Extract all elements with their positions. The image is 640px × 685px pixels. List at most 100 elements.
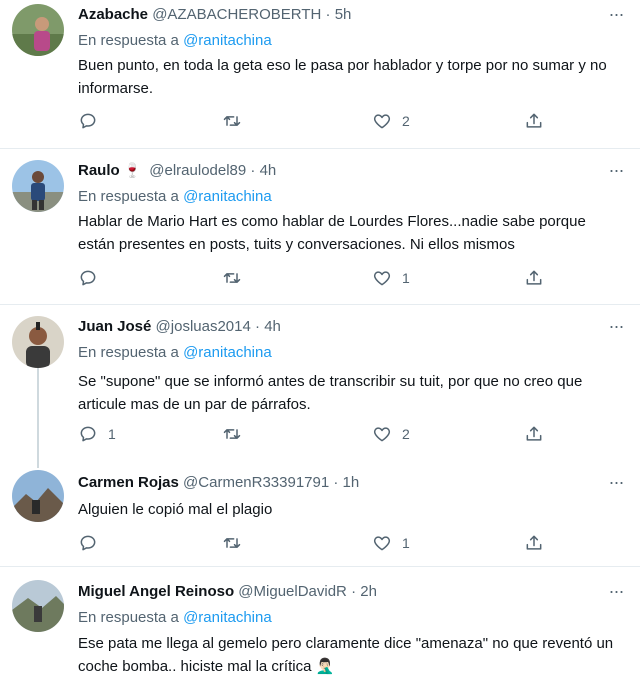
reply-prefix: En respuesta a [78, 344, 179, 361]
reply-context: En respuesta a @ranitachina [78, 609, 272, 626]
avatar[interactable] [12, 160, 64, 212]
timestamp[interactable]: 5h [335, 6, 352, 23]
reply-button[interactable] [78, 109, 108, 133]
tweet-text: Hablar de Mario Hart es como hablar de L… [78, 213, 586, 253]
more-options-icon[interactable]: ··· [606, 582, 626, 604]
reply-icon [80, 270, 96, 286]
user-handle[interactable]: @josluas2014 [156, 318, 251, 335]
share-icon [526, 270, 542, 285]
user-handle[interactable]: @AZABACHEROBERTH [152, 6, 321, 23]
reply-to-link[interactable]: @ranitachina [183, 609, 272, 626]
more-options-icon[interactable]: ··· [606, 473, 626, 495]
tweet-text: Ese pata me llega al gemelo pero clarame… [78, 635, 614, 675]
heart-icon [373, 271, 391, 286]
display-name[interactable]: Azabache [78, 6, 148, 23]
share-button[interactable] [524, 531, 544, 555]
reply-to-link[interactable]: @ranitachina [183, 188, 272, 205]
retweet-icon [223, 429, 241, 439]
more-options-icon[interactable]: ··· [606, 161, 626, 183]
tweet-header: Carmen Rojas @CarmenR33391791 · 1h [78, 474, 600, 496]
wine-glass-emoji: 🍷 [123, 162, 142, 178]
retweet-icon [223, 116, 241, 126]
reply-to-link[interactable]: @ranitachina [183, 344, 272, 361]
tweet-4[interactable]: Carmen Rojas @CarmenR33391791 · 1h ··· A… [0, 460, 640, 567]
like-button[interactable]: 2 [372, 422, 410, 446]
share-icon [526, 113, 542, 128]
like-count: 2 [402, 426, 410, 442]
tweet-text: Buen punto, en toda la geta eso le pasa … [78, 57, 607, 97]
separator: · [325, 6, 331, 23]
user-handle[interactable]: @MiguelDavidR [238, 583, 347, 600]
thread-connector [37, 368, 39, 468]
retweet-button[interactable] [222, 422, 252, 446]
avatar[interactable] [12, 580, 64, 632]
share-button[interactable] [524, 266, 544, 290]
timestamp[interactable]: 4h [264, 318, 281, 335]
reply-button[interactable]: 1 [78, 422, 116, 446]
timestamp[interactable]: 2h [360, 583, 377, 600]
retweet-button[interactable] [222, 109, 252, 133]
heart-icon [373, 114, 391, 129]
display-name[interactable]: Carmen Rojas [78, 474, 179, 491]
reply-context: En respuesta a @ranitachina [78, 344, 272, 361]
like-count: 2 [402, 113, 410, 129]
like-count: 1 [402, 270, 410, 286]
tweet-header: Juan José @josluas2014 · 4h [78, 318, 600, 340]
tweet-header: Miguel Angel Reinoso @MiguelDavidR · 2h [78, 583, 600, 605]
tweet-text: Alguien le copió mal el plagio [78, 501, 273, 518]
display-name[interactable]: Juan José [78, 318, 151, 335]
tweet-text: Se "supone" que se informó antes de tran… [78, 373, 583, 413]
timestamp[interactable]: 4h [260, 162, 277, 179]
reply-icon [80, 113, 96, 129]
like-button[interactable]: 1 [372, 531, 410, 555]
display-name[interactable]: Raulo [78, 162, 120, 179]
tweet-header: Raulo 🍷 @elraulodel89 · 4h [78, 162, 600, 184]
retweet-button[interactable] [222, 266, 252, 290]
heart-icon [373, 427, 391, 442]
share-icon [526, 426, 542, 441]
tweet-actions: 1 [78, 531, 620, 555]
display-name[interactable]: Miguel Angel Reinoso [78, 583, 234, 600]
separator: · [250, 162, 256, 179]
tweet-1[interactable]: Azabache @AZABACHEROBERTH · 5h ··· En re… [0, 0, 640, 149]
like-button[interactable]: 2 [372, 109, 410, 133]
tweet-actions: 1 [78, 266, 620, 290]
like-button[interactable]: 1 [372, 266, 410, 290]
like-count: 1 [402, 535, 410, 551]
tweet-header: Azabache @AZABACHEROBERTH · 5h [78, 6, 600, 28]
share-icon [526, 535, 542, 550]
reply-to-link[interactable]: @ranitachina [183, 32, 272, 49]
avatar[interactable] [12, 4, 64, 56]
reply-count: 1 [108, 426, 116, 442]
separator: · [333, 474, 339, 491]
tweet-actions: 1 2 [78, 422, 620, 446]
reply-prefix: En respuesta a [78, 32, 179, 49]
retweet-icon [223, 538, 241, 548]
timestamp[interactable]: 1h [343, 474, 360, 491]
tweet-actions: 2 [78, 109, 620, 133]
avatar[interactable] [12, 316, 64, 368]
heart-icon [373, 536, 391, 551]
more-options-icon[interactable]: ··· [606, 5, 626, 27]
retweet-button[interactable] [222, 531, 252, 555]
reply-prefix: En respuesta a [78, 188, 179, 205]
reply-button[interactable] [78, 266, 108, 290]
reply-button[interactable] [78, 531, 108, 555]
tweet-2[interactable]: Raulo 🍷 @elraulodel89 · 4h ··· En respues… [0, 148, 640, 305]
tweet-3[interactable]: Juan José @josluas2014 · 4h ··· En respu… [0, 304, 640, 468]
separator: · [351, 583, 357, 600]
share-button[interactable] [524, 109, 544, 133]
reply-prefix: En respuesta a [78, 609, 179, 626]
reply-context: En respuesta a @ranitachina [78, 32, 272, 49]
user-handle[interactable]: @CarmenR33391791 [183, 474, 329, 491]
share-button[interactable] [524, 422, 544, 446]
reply-icon [80, 426, 96, 442]
more-options-icon[interactable]: ··· [606, 317, 626, 339]
tweet-5[interactable]: Miguel Angel Reinoso @MiguelDavidR · 2h … [0, 566, 640, 685]
reply-context: En respuesta a @ranitachina [78, 188, 272, 205]
retweet-icon [223, 273, 241, 283]
reply-icon [80, 535, 96, 551]
user-handle[interactable]: @elraulodel89 [149, 162, 246, 179]
avatar[interactable] [12, 470, 64, 522]
separator: · [255, 318, 261, 335]
